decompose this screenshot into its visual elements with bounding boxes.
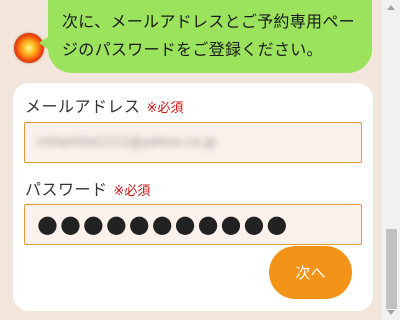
password-field[interactable]: ●●●●●●●●●●● [24, 204, 362, 245]
scrollbar[interactable] [382, 0, 400, 320]
email-value: mitamita1111@yahoo.co.jp [37, 135, 217, 150]
email-field[interactable]: mitamita1111@yahoo.co.jp [24, 122, 362, 163]
password-label-text: パスワード [25, 180, 108, 199]
password-value: ●●●●●●●●●●● [37, 210, 290, 238]
registration-form: メールアドレス ※必須 mitamita1111@yahoo.co.jp パスワー… [13, 83, 373, 311]
chat-message-line-1: 次に、メールアドレスとご予約専用ペー [62, 12, 355, 31]
chat-message-line-2: ジのパスワードをご登録ください。 [62, 40, 323, 59]
scroll-down-arrow-icon[interactable] [387, 310, 395, 315]
email-label: メールアドレス ※必須 [25, 93, 183, 117]
scrollbar-thumb[interactable] [386, 229, 397, 309]
scroll-up-arrow-icon[interactable] [387, 5, 395, 10]
password-required-mark: ※必須 [113, 184, 151, 199]
password-label: パスワード ※必須 [25, 176, 150, 200]
bot-message-row: 次に、メールアドレスとご予約専用ペー ジのパスワードをご登録ください。 [0, 0, 382, 80]
next-button[interactable]: 次へ [269, 246, 352, 299]
chat-bubble: 次に、メールアドレスとご予約専用ペー ジのパスワードをご登録ください。 [39, 0, 372, 73]
email-required-mark: ※必須 [146, 101, 184, 116]
email-label-text: メールアドレス [25, 97, 141, 116]
